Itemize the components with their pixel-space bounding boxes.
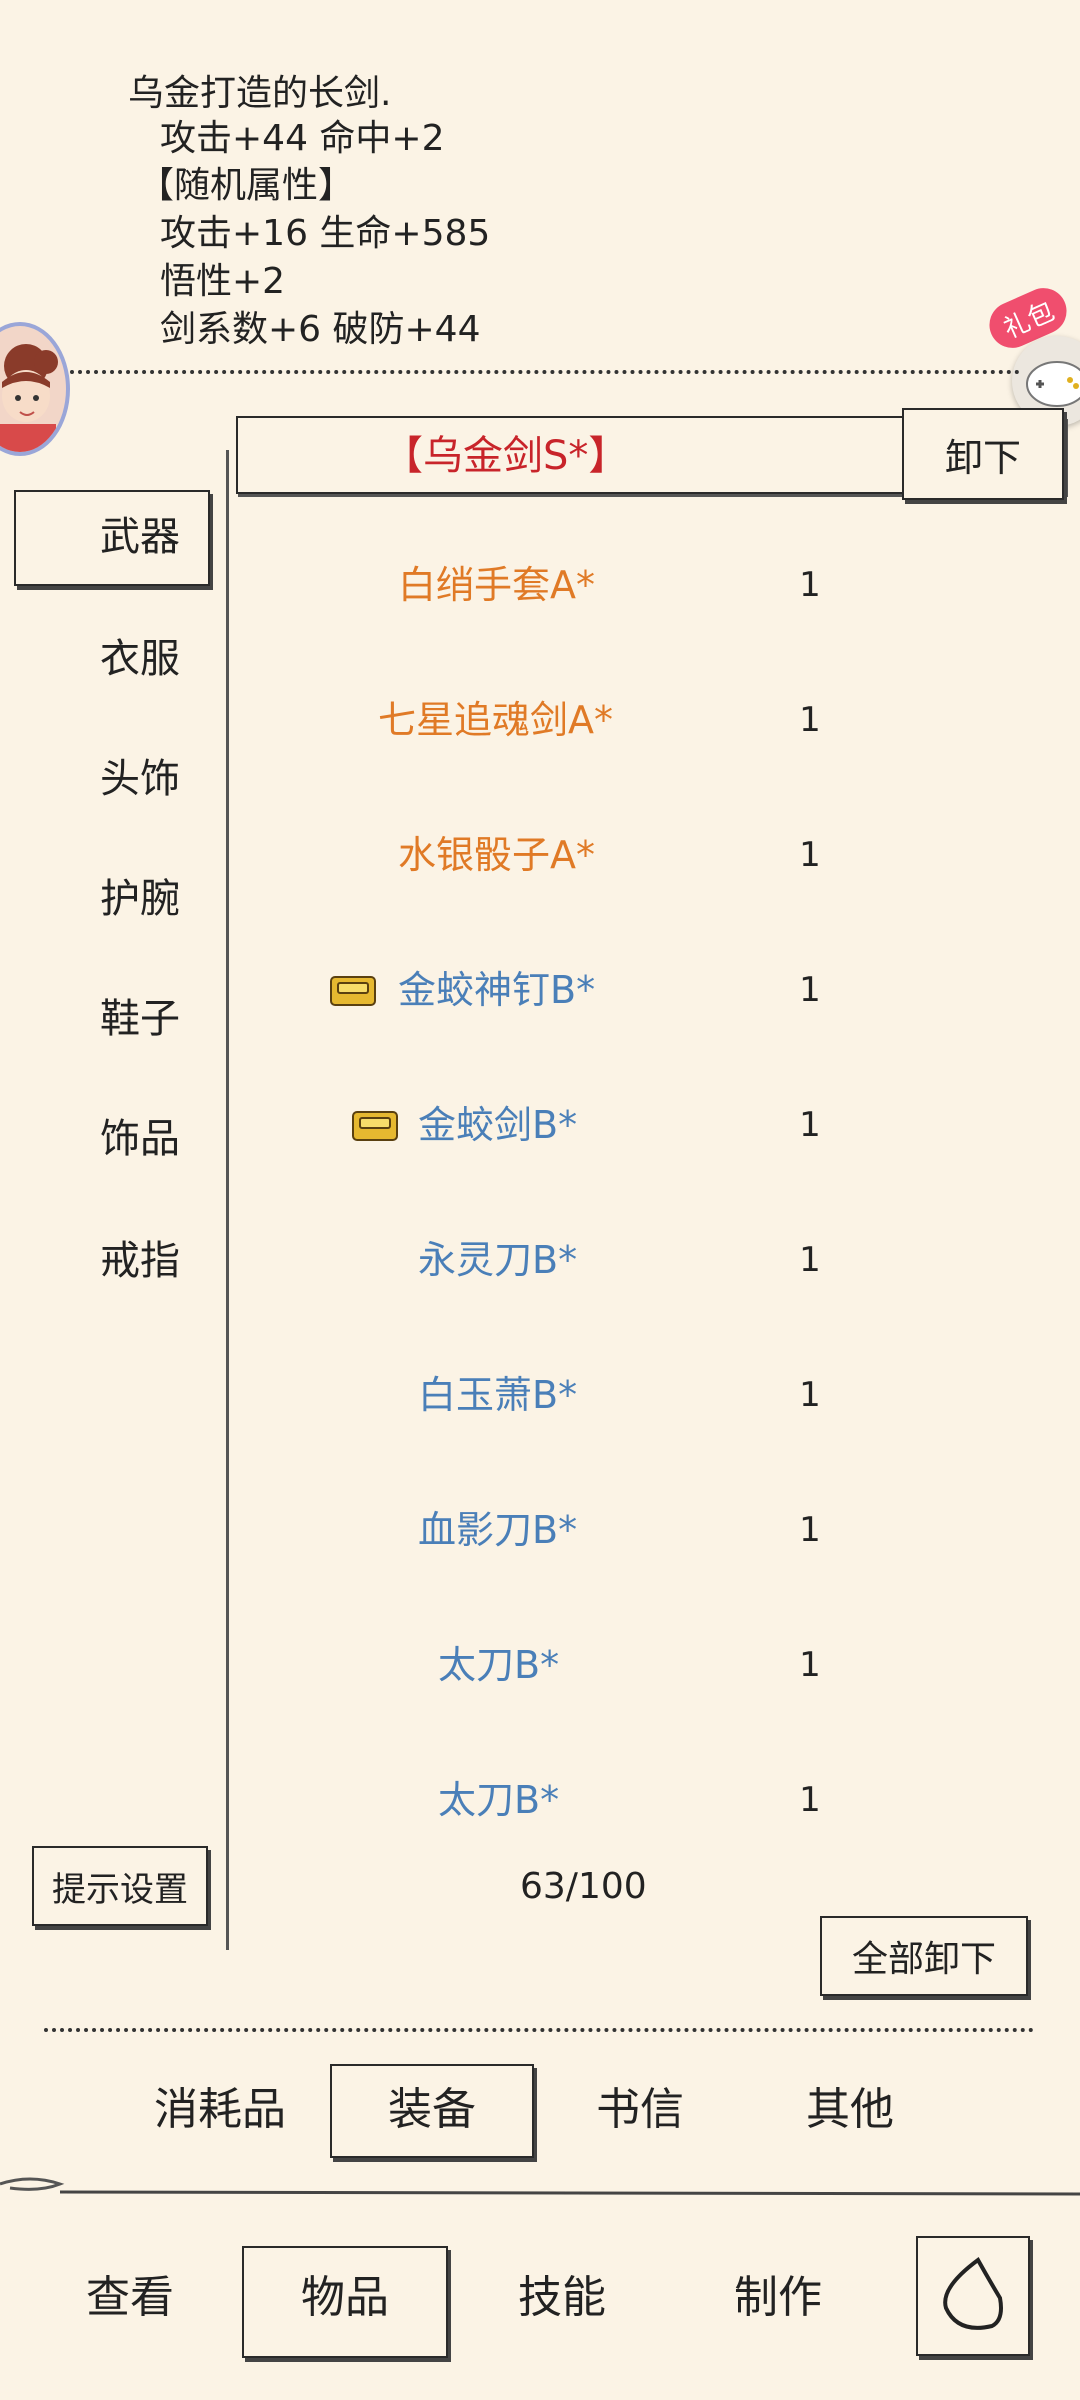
category-ring[interactable]: 戒指 <box>70 1236 210 1286</box>
unequip-button-label: 卸下 <box>944 435 1021 480</box>
item-quantity: 1 <box>799 970 821 1010</box>
tab-equipment[interactable]: 装备 <box>330 2080 534 2140</box>
item-name: 白绡手套A* <box>398 563 595 607</box>
item-quantity: 1 <box>799 700 821 740</box>
gold-ingot-icon <box>352 1111 398 1141</box>
item-name: 永灵刀B* <box>418 1238 578 1282</box>
brush-separator <box>0 2177 1080 2196</box>
separator <box>70 370 1020 374</box>
back-arrow-icon <box>943 2257 1003 2330</box>
tab-items[interactable]: 物品 <box>242 2268 448 2328</box>
category-weapon[interactable]: 武器 <box>70 512 210 562</box>
category-headwear[interactable]: 头饰 <box>70 754 210 804</box>
tab-letters[interactable]: 书信 <box>580 2080 700 2140</box>
category-shoes[interactable]: 鞋子 <box>70 994 210 1044</box>
description-line: 悟性+2 <box>160 261 286 302</box>
description-line: 剑系数+6 破防+44 <box>160 309 481 350</box>
item-quantity: 1 <box>799 1375 821 1415</box>
description-line: 乌金打造的长剑. <box>128 73 392 114</box>
item-quantity: 1 <box>799 1645 821 1685</box>
hint-settings-button[interactable]: 提示设置 <box>32 1846 208 1926</box>
tab-view[interactable]: 查看 <box>70 2268 190 2328</box>
item-quantity: 1 <box>799 565 821 605</box>
item-name: 白玉萧B* <box>418 1373 578 1417</box>
description-line: 攻击+44 命中+2 <box>160 118 445 159</box>
tab-skills[interactable]: 技能 <box>502 2268 622 2328</box>
item-name: 太刀B* <box>438 1643 560 1687</box>
description-line: 【随机属性】 <box>138 165 355 206</box>
unequip-all-button[interactable]: 全部卸下 <box>820 1916 1028 1996</box>
item-quantity: 1 <box>799 1510 821 1550</box>
item-quantity: 1 <box>799 1240 821 1280</box>
gold-ingot-icon <box>330 976 376 1006</box>
item-name: 七星追魂剑A* <box>378 698 613 742</box>
unequip-all-label: 全部卸下 <box>851 1939 996 1980</box>
item-name: 血影刀B* <box>418 1508 578 1552</box>
divider <box>226 450 229 1950</box>
unequip-button[interactable]: 卸下 <box>902 408 1064 500</box>
item-name: 水银骰子A* <box>398 833 595 877</box>
item-quantity: 1 <box>799 1105 821 1145</box>
tab-crafting[interactable]: 制作 <box>718 2268 838 2328</box>
category-clothes[interactable]: 衣服 <box>70 634 210 684</box>
item-name: 太刀B* <box>438 1778 560 1822</box>
description-line: 攻击+16 生命+585 <box>160 213 491 254</box>
item-name: 金蛟剑B* <box>418 1103 578 1147</box>
separator <box>44 2028 1034 2032</box>
hint-settings-label: 提示设置 <box>52 1869 188 1910</box>
tab-consumables[interactable]: 消耗品 <box>140 2080 300 2140</box>
category-accessory[interactable]: 饰品 <box>70 1114 210 1164</box>
item-quantity: 1 <box>799 835 821 875</box>
back-button[interactable] <box>916 2236 1030 2356</box>
item-quantity: 1 <box>799 1780 821 1820</box>
avatar[interactable] <box>0 322 70 456</box>
item-name: 金蛟神钉B* <box>398 968 596 1012</box>
tab-other[interactable]: 其他 <box>790 2080 910 2140</box>
equipped-item-name[interactable]: 【乌金剑S*】 <box>383 430 628 482</box>
category-bracers[interactable]: 护腕 <box>70 874 210 924</box>
inventory-capacity: 63/100 <box>520 1866 647 1907</box>
